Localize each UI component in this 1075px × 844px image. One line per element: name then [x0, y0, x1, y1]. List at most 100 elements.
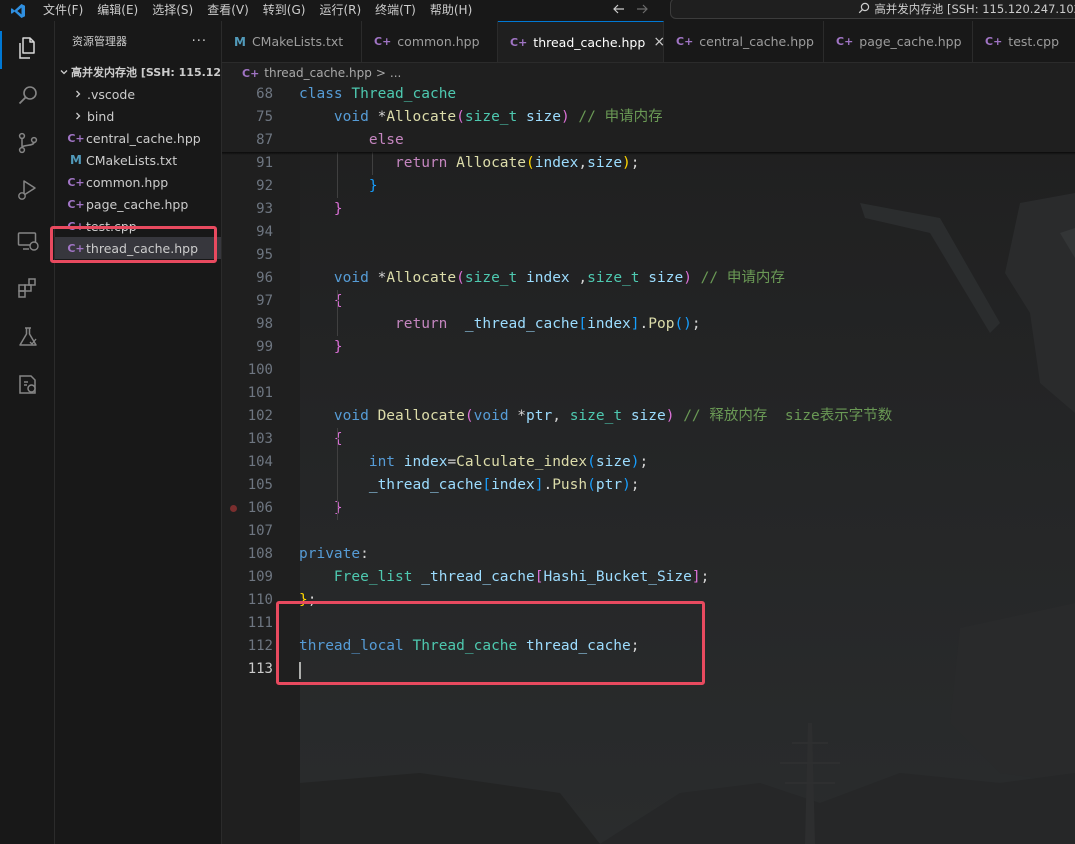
- code-text: private:: [299, 543, 369, 566]
- cpp-file-icon: C+: [67, 175, 85, 189]
- code-token: Thread_cache: [351, 86, 457, 102]
- tree-file[interactable]: M CMakeLists.txt: [55, 149, 221, 171]
- tab-label: CMakeLists.txt: [251, 34, 344, 49]
- indent-guide: [336, 152, 338, 198]
- code-token: return: [395, 155, 448, 171]
- tree-item-label: page_cache.hpp: [86, 196, 189, 212]
- cmake-tools-icon[interactable]: [0, 362, 55, 408]
- code-token: class: [299, 86, 343, 102]
- menu-item[interactable]: 文件(F): [36, 0, 90, 21]
- tab-label: page_cache.hpp: [859, 34, 962, 49]
- highlight-box-code: [276, 601, 705, 685]
- code-token: }: [333, 500, 343, 516]
- remote-explorer-icon[interactable]: [0, 218, 55, 264]
- highlight-box-file: [50, 226, 217, 263]
- code-token: _thread_cache: [368, 477, 483, 493]
- code-token: Deallocate: [377, 408, 465, 424]
- code-token: (: [587, 477, 596, 493]
- code-line: 75 void *Allocate(size_t size) // 申请内存: [222, 106, 1075, 129]
- line-number: 100: [247, 362, 273, 378]
- editor-tab[interactable]: C+ thread_cache.hpp ×: [498, 21, 665, 62]
- command-center[interactable]: 高并发内存池 [SSH: 115.120.247.102: [670, 0, 1075, 19]
- editor-tab[interactable]: M CMakeLists.txt: [222, 21, 362, 62]
- breadcrumb-separator: >: [375, 66, 386, 80]
- code-token: .: [543, 477, 553, 493]
- tree-file[interactable]: C+ common.hpp: [55, 171, 221, 193]
- code-token: // 申请内存: [578, 109, 663, 125]
- code-token: size: [526, 109, 561, 125]
- code-token: (: [587, 454, 596, 470]
- workspace-folder[interactable]: 高并发内存池 [SSH: 115.12...: [55, 61, 221, 83]
- code-line: 94: [222, 221, 1075, 244]
- cpp-file-icon: C+: [836, 35, 854, 48]
- breadcrumb-file[interactable]: thread_cache.hpp: [264, 66, 372, 80]
- forward-arrow-icon[interactable]: [635, 1, 649, 20]
- more-actions-icon[interactable]: ···: [192, 34, 207, 49]
- code-text: _thread_cache[index].Push(ptr);: [299, 474, 640, 497]
- code-token: ]: [630, 316, 640, 332]
- tree-file[interactable]: C+ central_cache.hpp: [55, 127, 221, 149]
- line-number: 95: [256, 247, 273, 263]
- code-token: ;: [691, 316, 701, 332]
- code-line: 93 }: [222, 198, 1075, 221]
- code-text: return _thread_cache[index].Pop();: [299, 313, 701, 336]
- back-arrow-icon[interactable]: [612, 1, 626, 20]
- search-icon: [858, 0, 870, 18]
- breadcrumb-symbol[interactable]: ...: [390, 66, 401, 80]
- code-line: 103 {: [222, 428, 1075, 451]
- breakpoint-icon[interactable]: [230, 505, 237, 512]
- code-line: 91 return Allocate(index,size);: [222, 152, 1075, 175]
- indent-guide: [336, 290, 338, 336]
- code-token: ptr: [595, 477, 623, 493]
- code-editor[interactable]: 91 return Allocate(index,size); 92 } 93 } 9…: [222, 83, 1075, 844]
- code-line: 97 {: [222, 290, 1075, 313]
- tree-folder[interactable]: bind: [55, 105, 221, 127]
- tree-item-label: central_cache.hpp: [86, 130, 201, 146]
- cpp-file-icon: C+: [374, 35, 392, 48]
- breadcrumb: C+ thread_cache.hpp > ...: [222, 63, 1075, 83]
- code-text: }: [299, 198, 343, 221]
- testing-icon[interactable]: [0, 314, 55, 360]
- extensions-icon[interactable]: [0, 265, 55, 311]
- code-line: 95: [222, 244, 1075, 267]
- cpp-file-icon: C+: [242, 66, 260, 80]
- title-bar: 文件(F) 编辑(E) 选择(S) 查看(V) 转到(G) 运行(R) 终端(T) 帮助(H)…: [0, 0, 1075, 21]
- menu-item[interactable]: 选择(S): [145, 0, 200, 21]
- code-token: size: [630, 408, 666, 424]
- vscode-logo-icon[interactable]: [0, 0, 36, 21]
- run-debug-icon[interactable]: [0, 167, 55, 213]
- editor-tab[interactable]: C+ test.cpp: [973, 21, 1075, 62]
- menu-item[interactable]: 查看(V): [200, 0, 256, 21]
- line-number: 112: [247, 638, 273, 654]
- search-icon[interactable]: [0, 73, 55, 119]
- menu-item[interactable]: 帮助(H): [423, 0, 479, 21]
- menu-item[interactable]: 运行(R): [312, 0, 368, 21]
- editor-tab[interactable]: C+ common.hpp: [362, 21, 498, 62]
- chevron-right-icon: [71, 111, 85, 121]
- tree-file[interactable]: C+ page_cache.hpp: [55, 193, 221, 215]
- cmake-file-icon: M: [234, 34, 246, 49]
- menu-item[interactable]: 终端(T): [368, 0, 423, 21]
- sticky-scroll[interactable]: 68 class Thread_cache 75 void *Allocate(si…: [222, 83, 1075, 152]
- menu-item[interactable]: 编辑(E): [90, 0, 145, 21]
- menu-item[interactable]: 转到(G): [256, 0, 313, 21]
- code-token: // 申请内存: [700, 270, 785, 286]
- tree-folder[interactable]: .vscode: [55, 83, 221, 105]
- chevron-right-icon: [71, 89, 85, 99]
- explorer-icon[interactable]: [0, 25, 55, 71]
- editor-tab[interactable]: C+ page_cache.hpp: [824, 21, 973, 62]
- code-token: ): [683, 270, 692, 286]
- code-line: 98 return _thread_cache[index].Pop();: [222, 313, 1075, 336]
- source-control-icon[interactable]: [0, 120, 55, 166]
- code-token: _thread_cache: [421, 569, 535, 585]
- editor-tab[interactable]: C+ central_cache.hpp: [664, 21, 824, 62]
- code-token: .: [639, 316, 649, 332]
